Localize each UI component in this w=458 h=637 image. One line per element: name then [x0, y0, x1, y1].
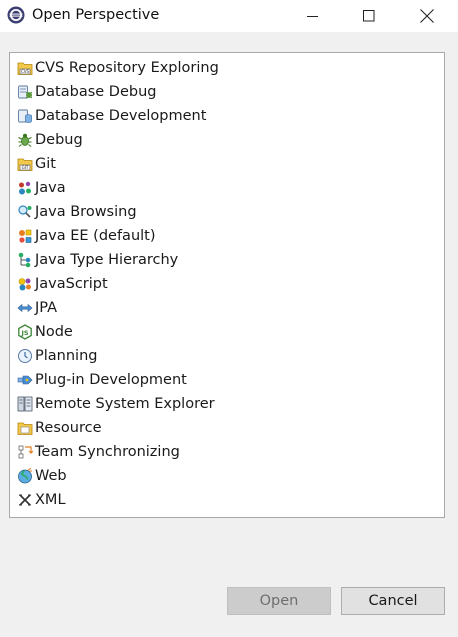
- list-item-node[interactable]: JS Node: [10, 320, 444, 344]
- team-sync-icon: [18, 445, 33, 459]
- folder-icon: [17, 422, 33, 435]
- java-ee-icon: [19, 229, 32, 243]
- list-item-java[interactable]: Java: [10, 176, 444, 200]
- xml-icon: [19, 494, 31, 506]
- nodejs-icon: JS: [18, 324, 32, 340]
- maximize-button[interactable]: [346, 0, 392, 32]
- list-item-database-development[interactable]: Database Development: [10, 104, 444, 128]
- list-item-java-ee-default[interactable]: Java EE (default): [10, 224, 444, 248]
- bug-icon: [18, 133, 32, 147]
- list-item-web[interactable]: Web: [10, 464, 444, 488]
- list-item-debug[interactable]: Debug: [10, 128, 444, 152]
- globe-icon: [18, 468, 32, 484]
- maximize-icon: [363, 10, 375, 22]
- window-title: Open Perspective: [32, 7, 160, 23]
- perspective-list[interactable]: CVS CVS Repository Exploring Database De…: [9, 52, 445, 518]
- svg-text:GIT: GIT: [22, 165, 29, 170]
- java-browsing-icon: [18, 205, 32, 218]
- close-button[interactable]: [404, 0, 450, 32]
- list-item-javascript[interactable]: JavaScript: [10, 272, 444, 296]
- list-item-xml[interactable]: XML: [10, 488, 444, 512]
- list-item-database-debug[interactable]: Database Debug: [10, 80, 444, 104]
- list-item-cvs-repository-exploring[interactable]: CVS CVS Repository Exploring: [10, 56, 444, 80]
- cvs-repository-icon: CVS: [17, 62, 33, 75]
- svg-text:CVS: CVS: [21, 69, 30, 74]
- java-icon: [19, 181, 31, 195]
- javascript-icon: [18, 278, 31, 291]
- svg-text:JS: JS: [20, 329, 28, 337]
- list-item-java-browsing[interactable]: Java Browsing: [10, 200, 444, 224]
- list-item-resource[interactable]: Resource: [10, 416, 444, 440]
- close-icon: [420, 9, 434, 23]
- clock-icon: [18, 349, 32, 363]
- title-bar: Open Perspective: [0, 0, 458, 32]
- plugin-icon: [17, 375, 33, 385]
- list-item-jpa[interactable]: JPA: [10, 296, 444, 320]
- list-item-git[interactable]: GIT Git: [10, 152, 444, 176]
- list-item-java-type-hierarchy[interactable]: Java Type Hierarchy: [10, 248, 444, 272]
- eclipse-icon: [7, 6, 25, 24]
- git-icon: GIT: [17, 158, 33, 171]
- list-item-remote-system-explorer[interactable]: Remote System Explorer: [10, 392, 444, 416]
- list-item-planning[interactable]: Planning: [10, 344, 444, 368]
- database-debug-icon: [18, 85, 33, 99]
- minimize-button[interactable]: [290, 0, 336, 32]
- list-item-team-synchronizing[interactable]: Team Synchronizing: [10, 440, 444, 464]
- jpa-icon: [17, 303, 33, 313]
- open-button[interactable]: Open: [227, 587, 331, 615]
- list-item-plug-in-development[interactable]: Plug-in Development: [10, 368, 444, 392]
- minimize-icon: [307, 16, 318, 17]
- remote-system-icon: [17, 396, 33, 412]
- cancel-button[interactable]: Cancel: [341, 587, 445, 615]
- type-hierarchy-icon: [18, 252, 31, 268]
- database-development-icon: [18, 109, 32, 123]
